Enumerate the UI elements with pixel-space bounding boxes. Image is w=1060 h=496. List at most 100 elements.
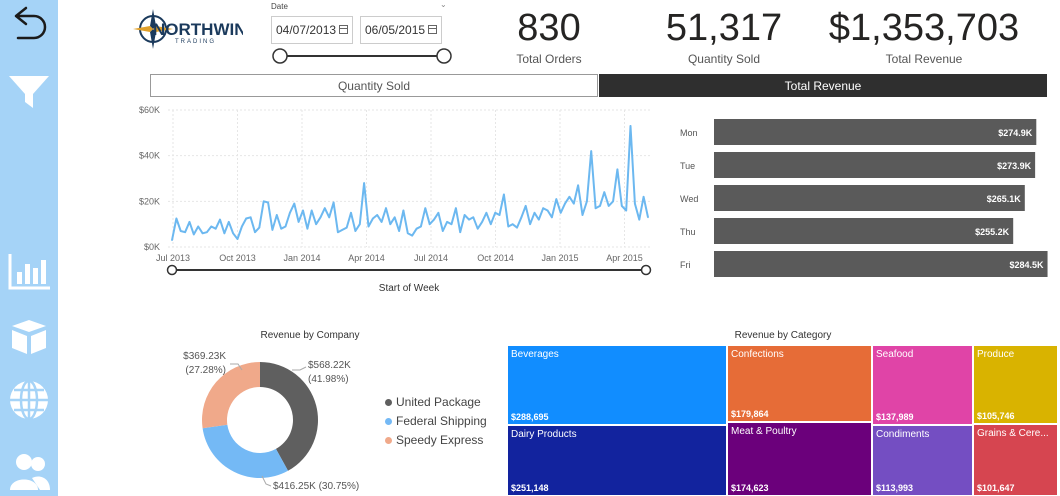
slider-start-handle[interactable]	[272, 48, 288, 64]
treemap-cell[interactable]: Dairy Products $251,148	[507, 425, 727, 496]
data-point	[489, 223, 492, 225]
bar-value-label: $255.2K	[975, 227, 1010, 237]
kpi-total-revenue-label: Total Revenue	[885, 52, 963, 66]
treemap-cell-label: Dairy Products	[511, 429, 577, 440]
treemap-cell-value: $105,746	[977, 411, 1015, 421]
bar[interactable]	[714, 152, 1036, 178]
kpi-total-orders-label: Total Orders	[516, 52, 582, 66]
y-tick-label: $20K	[139, 196, 160, 206]
data-point	[599, 205, 601, 207]
quantity-sold-toggle[interactable]: Quantity Sold	[150, 74, 598, 97]
pie-slice[interactable]	[202, 424, 289, 478]
data-point	[188, 221, 191, 223]
bar[interactable]	[714, 251, 1048, 277]
start-date-value: 04/07/2013	[276, 23, 337, 37]
data-point	[337, 231, 339, 233]
data-point	[284, 225, 287, 228]
bar[interactable]	[714, 185, 1025, 211]
calendar-icon[interactable]	[428, 25, 437, 34]
data-point	[184, 231, 186, 233]
treemap-cell-label: Grains & Cere...	[977, 428, 1049, 439]
treemap-cell-label: Beverages	[511, 349, 559, 360]
data-point	[498, 214, 501, 216]
data-point	[415, 227, 418, 230]
data-point	[193, 233, 195, 236]
data-point	[433, 218, 435, 221]
chevron-down-icon[interactable]: ⌄	[440, 0, 447, 9]
kpi-quantity-sold-label: Quantity Sold	[687, 52, 761, 66]
data-point	[350, 211, 352, 214]
data-point	[616, 168, 619, 171]
bar[interactable]	[714, 119, 1037, 145]
treemap-cell[interactable]: Meat & Poultry $174,623	[727, 422, 872, 496]
bar-chart-icon[interactable]	[4, 246, 54, 296]
data-point	[407, 232, 409, 235]
data-point	[206, 231, 208, 233]
treemap-cell-label: Confections	[731, 349, 784, 360]
treemap-cell[interactable]: Confections $179,864	[727, 345, 872, 422]
treemap-cell[interactable]: Produce $105,746	[973, 345, 1058, 424]
data-point	[358, 223, 361, 225]
data-point	[516, 226, 518, 229]
legend-label: United Package	[396, 395, 481, 409]
treemap-cell[interactable]: Seafood $137,989	[872, 345, 973, 425]
legend-dot	[385, 436, 392, 444]
data-point	[612, 200, 614, 203]
kpi-total-revenue-value: $1,353,703	[828, 7, 1020, 49]
x-range-start-handle[interactable]	[166, 264, 178, 276]
legend-item-federal-shipping[interactable]: Federal Shipping	[385, 414, 487, 428]
data-point	[341, 229, 344, 231]
x-tick-label: Oct 2013	[219, 253, 256, 263]
box-icon[interactable]	[4, 310, 54, 360]
data-point	[620, 205, 623, 207]
data-point	[175, 217, 178, 220]
end-date-input[interactable]: 06/05/2015	[360, 16, 442, 44]
x-range-end-handle[interactable]	[640, 264, 652, 276]
treemap-cell-label: Produce	[977, 349, 1015, 360]
data-point	[332, 201, 335, 204]
slider-end-handle[interactable]	[436, 48, 452, 64]
treemap-cell-value: $179,864	[731, 409, 769, 419]
legend-label: Federal Shipping	[396, 414, 487, 428]
treemap-cell[interactable]: Beverages $288,695	[507, 345, 727, 425]
treemap-cell[interactable]: Grains & Cere... $101,647	[973, 424, 1058, 496]
data-point	[376, 214, 379, 216]
data-point	[219, 218, 221, 221]
data-point	[254, 231, 256, 233]
legend-item-united-package[interactable]: United Package	[385, 395, 481, 409]
legend-item-speedy-express[interactable]: Speedy Express	[385, 433, 483, 447]
globe-icon[interactable]	[4, 375, 54, 425]
data-point	[214, 227, 217, 230]
data-point	[564, 202, 566, 205]
x-tick-label: Jul 2014	[414, 253, 448, 263]
data-point	[249, 216, 252, 219]
data-point	[555, 198, 558, 200]
treemap-cell-value: $251,148	[511, 483, 549, 493]
calendar-icon[interactable]	[339, 25, 348, 34]
data-point	[538, 218, 540, 221]
data-point	[297, 221, 300, 223]
data-point	[179, 230, 182, 232]
slice-value-label: $369.23K	[183, 351, 226, 362]
bar-category-label: Tue	[680, 161, 695, 171]
date-range-slider[interactable]	[270, 46, 454, 66]
users-icon[interactable]	[4, 446, 54, 496]
data-point	[232, 232, 234, 235]
slice-percent-label: (27.28%)	[185, 365, 226, 376]
back-arrow-icon[interactable]	[4, 0, 54, 50]
start-date-input[interactable]: 04/07/2013	[271, 16, 353, 44]
data-point	[245, 217, 248, 220]
data-point	[520, 216, 523, 219]
data-point	[171, 239, 173, 241]
data-point	[227, 221, 230, 223]
data-point	[634, 202, 636, 205]
data-point	[524, 205, 527, 207]
filter-icon[interactable]	[4, 64, 54, 114]
data-point	[590, 150, 593, 152]
total-revenue-toggle[interactable]: Total Revenue	[599, 74, 1047, 97]
data-point	[380, 221, 383, 223]
bar[interactable]	[714, 218, 1014, 244]
treemap-cell[interactable]: Condiments $113,993	[872, 425, 973, 496]
treemap-cell-label: Meat & Poultry	[731, 426, 797, 437]
data-point	[389, 223, 392, 225]
